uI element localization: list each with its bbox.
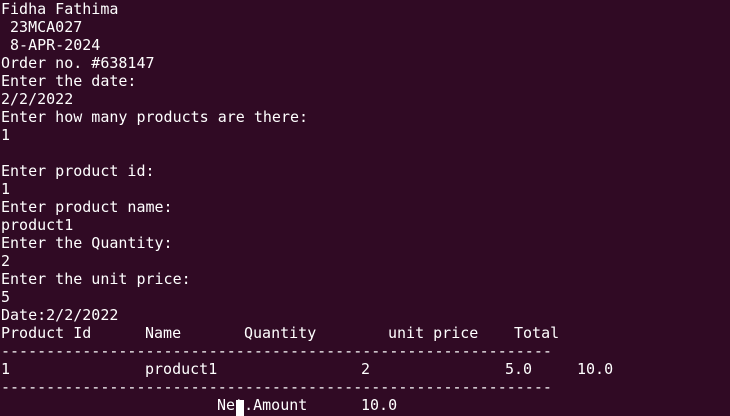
- prompt-product-id: Enter product id:: [1, 162, 155, 180]
- input-product-id: 1: [1, 180, 11, 198]
- prompt-unit-price: Enter the unit price:: [1, 270, 191, 288]
- input-product-count: 1: [1, 126, 11, 144]
- terminal-window[interactable]: Fidha Fathima 23MCA027 8-APR-2024 Order …: [0, 0, 730, 416]
- summary-date-line: Date:2/2/2022: [1, 306, 119, 324]
- row-total: 10.0: [577, 360, 614, 378]
- input-quantity: 2: [1, 252, 11, 270]
- prompt-quantity: Enter the Quantity:: [1, 234, 173, 252]
- student-name-line: Fidha Fathima: [1, 0, 119, 18]
- net-amount-label: Net.Amount: [217, 396, 308, 414]
- row-unit-price: 5.0: [505, 360, 533, 378]
- text-cursor: [236, 400, 244, 416]
- student-id-line: 23MCA027: [1, 18, 83, 36]
- row-quantity: 2: [361, 360, 371, 378]
- header-unit-price: unit price: [388, 324, 479, 342]
- table-separator-top: ----------------------------------------…: [1, 342, 552, 360]
- input-unit-price: 5: [1, 288, 11, 306]
- row-product-id: 1: [1, 360, 11, 378]
- prompt-date: Enter the date:: [1, 72, 137, 90]
- header-name: Name: [145, 324, 182, 342]
- table-separator-bottom: ----------------------------------------…: [1, 378, 552, 396]
- prompt-product-name: Enter product name:: [1, 198, 173, 216]
- net-amount-value: 10.0: [361, 396, 398, 414]
- row-name: product1: [145, 360, 218, 378]
- header-total: Total: [514, 324, 560, 342]
- header-product-id: Product Id: [1, 324, 92, 342]
- date-line: 8-APR-2024: [1, 36, 101, 54]
- header-quantity: Quantity: [244, 324, 317, 342]
- order-number-line: Order no. #638147: [1, 54, 155, 72]
- prompt-product-count: Enter how many products are there:: [1, 108, 309, 126]
- input-date: 2/2/2022: [1, 90, 74, 108]
- input-product-name: product1: [1, 216, 74, 234]
